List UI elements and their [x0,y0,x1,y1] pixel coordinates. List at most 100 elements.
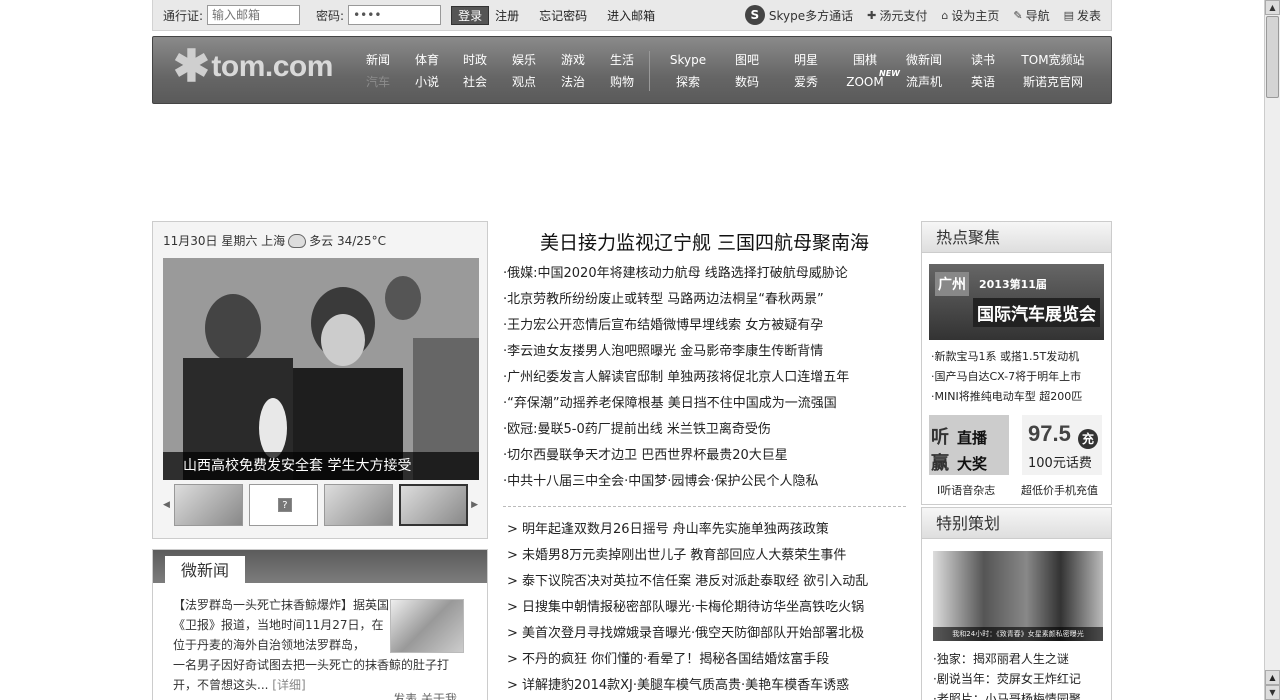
nav-col-12: 读书 英语 [958,51,1008,95]
micro-news-body: 【法罗群岛一头死亡抹香鲸爆炸】据英国《卫报》报道，当地时间11月27日，在位于丹… [153,583,487,695]
micro-news-box: 微新闻 【法罗群岛一头死亡抹香鲸爆炸】据英国《卫报》报道，当地时间11月27日，… [152,549,488,700]
nav-item[interactable]: 微新闻 [894,51,954,73]
navigation-link[interactable]: ✎ 导航 [1013,7,1049,24]
list-item[interactable]: ·独家：揭邓丽君人生之谜 [933,649,1111,669]
auto-show-banner[interactable]: 广州 2013第11届 国际汽车展览会 [929,264,1104,340]
nav-item[interactable]: 探索 [663,73,713,95]
nav-item[interactable]: 娱乐 [499,51,549,73]
micro-news-image[interactable] [390,599,464,653]
nav-item[interactable]: 社会 [450,73,500,95]
set-homepage-link[interactable]: ⌂ 设为主页 [941,7,999,24]
forgot-password-link[interactable]: 忘记密码 [539,7,587,24]
list-item[interactable]: > 泰下议院否决对英拉不信任案 港反对派赴泰取经 欲引入动乱 [507,569,907,595]
nav-item[interactable]: 英语 [958,73,1008,95]
nav-item[interactable]: 读书 [958,51,1008,73]
email-input[interactable] [207,5,301,25]
nav-col-11: 微新闻 流声机 [894,51,954,95]
micro-news-header: 微新闻 [153,550,487,583]
password-input[interactable] [348,5,442,25]
nav-item[interactable]: 游戏 [548,51,598,73]
list-item[interactable]: ·剧说当年：荧屏女王炸红记 [933,669,1111,689]
list-item[interactable]: ·王力宏公开恋情后宣布结婚微博早埋线索 女方被疑有孕 [503,314,906,340]
headline[interactable]: 美日接力监视辽宁舰 三国四航母聚南海 [503,228,906,255]
thumbnail[interactable] [173,484,243,526]
nav-item[interactable]: 斯诺克官网 [1013,73,1093,95]
ad-caption-recharge[interactable]: 超低价手机充值 [1021,482,1098,498]
pay-link[interactable]: ✚ 汤元支付 [867,7,927,24]
list-item[interactable]: ·李云迪女友搂男人泡吧照曝光 金马影帝李康生传断背情 [503,340,906,366]
vertical-scrollbar[interactable]: ▲ ▲ ▼ [1264,0,1280,700]
nav-item[interactable]: 数码 [722,73,772,95]
nav-item[interactable]: 汽车 [353,73,403,95]
list-item[interactable]: ·MINI将推纯电动车型 超200匹 [931,387,1109,407]
register-link[interactable]: 注册 [495,7,519,24]
list-item[interactable]: ·“弃保潮”动摇养老保障根基 美日挡不住中国成为一流强国 [503,392,906,418]
thumbnail[interactable] [323,484,394,526]
nav-item[interactable]: 购物 [597,73,647,95]
list-item[interactable]: > 明年起逢双数月26日摇号 舟山率先实施单独两孩政策 [507,517,907,543]
scroll-thumb[interactable] [1266,16,1279,98]
micro-news-more-link[interactable]: [详细] [272,678,305,692]
next-arrow-icon[interactable]: ▶ [471,500,479,510]
list-item[interactable]: > 详解捷豹2014款XJ·美腿车模气质高贵·美艳车模香车诱惑 [507,673,907,699]
list-item[interactable]: > 美首次登月寻找嫦娥录音曝光·俄空天防御部队开始部署北极 [507,621,907,647]
news-divider [503,506,906,507]
nav-item[interactable]: 爱秀 [781,73,831,95]
nav-item[interactable]: 流声机 [894,73,954,95]
ad-text: 大奖 [957,455,988,473]
list-item[interactable]: ·中共十八届三中全会·中国梦·园博会·保护公民个人隐私 [503,470,906,496]
weather-date: 11月30日 星期六 上海 [163,234,286,248]
hot-focus-title: 热点聚焦 [922,222,1111,253]
post-link[interactable]: ▤ 发表 [1064,7,1101,24]
nav-item[interactable]: 法治 [548,73,598,95]
nav-item[interactable]: 小说 [402,73,452,95]
nav-item[interactable]: 明星 [781,51,831,73]
list-item[interactable]: ·欧冠:曼联5-0药厂提前出线 米兰铁卫离奇受伤 [503,418,906,444]
recharge-ad[interactable]: 97.5 充 100元话费 [1022,415,1102,475]
nav-item[interactable]: 观点 [499,73,549,95]
tom-logo[interactable]: ✱ tom.com [173,45,333,89]
list-item[interactable]: ·新款宝马1系 或搭1.5T发动机 [931,347,1109,367]
list-item[interactable]: ·广州纪委发言人解读官邸制 单独两孩将促北京人口连增五年 [503,366,906,392]
special-feature-image[interactable]: 我和24小时：《致青春》女星素颜私密曝光 [933,551,1103,641]
nav-item[interactable]: 时政 [450,51,500,73]
nav-col-13: TOM宽频站 斯诺克官网 [1013,51,1093,95]
listen-ad[interactable]: 听 直播 赢 大奖 [929,415,1009,475]
scroll-up-icon[interactable]: ▲ [1265,670,1280,685]
scroll-up-icon[interactable]: ▲ [1265,0,1280,15]
list-item[interactable]: > 未婚男8万元卖掉刚出世儿子 教育部回应人大蔡荣生事件 [507,543,907,569]
ad-text: 听 [931,427,949,448]
login-button[interactable]: 登录 [451,5,490,25]
scroll-down-icon[interactable]: ▼ [1265,685,1280,700]
news-list: ·俄媒:中国2020年将建核动力航母 线路选择打破航母威胁论 ·北京劳教所纷纷废… [503,262,906,496]
tab-micro-news[interactable]: 微新闻 [165,556,246,583]
ad-badge: 充 [1078,429,1098,449]
nav-item[interactable]: TOM宽频站 [1013,51,1093,73]
list-item[interactable]: ·北京劳教所纷纷废止或转型 马路两边法桐呈“春秋两景” [503,288,906,314]
prev-arrow-icon[interactable]: ◀ [163,500,171,510]
list-item[interactable]: ·国产马自达CX-7将于明年上市 [931,367,1109,387]
featured-photo[interactable]: 山西高校免费发安全套 学生大方接受 [163,258,479,480]
document-icon: ▤ [1063,8,1074,22]
nav-col-1: 新闻 汽车 [353,51,403,95]
ad-sub: 100元话费 [1028,456,1092,471]
list-item[interactable]: ·老照片：小马哥杨梅情园聚 [933,689,1111,700]
nav-item[interactable]: Skype [663,51,713,73]
list-item[interactable]: > 日搜集中朝情报秘密部队曝光·卡梅伦期待访华坐高铁吃火锅 [507,595,907,621]
nav-item[interactable]: 生活 [597,51,647,73]
thumbnail-active[interactable] [399,484,469,526]
list-item[interactable]: > 不丹的疯狂 你们懂的·看晕了！揭秘各国结婚炫富手段 [507,647,907,673]
enter-mailbox-link[interactable]: 进入邮箱 [607,7,655,24]
thumbnail[interactable]: ? [248,484,318,526]
banner-city: 广州 [935,272,969,296]
nav-item[interactable]: 图吧 [722,51,772,73]
list-item[interactable]: ·俄媒:中国2020年将建核动力航母 线路选择打破航母威胁论 [503,262,906,288]
nav-item[interactable]: 体育 [402,51,452,73]
nav-item[interactable]: 新闻 [353,51,403,73]
list-item[interactable]: ·切尔西曼联争天才边卫 巴西世界杯最贵20大巨星 [503,444,906,470]
nav-col-3: 时政 社会 [450,51,500,95]
skype-link[interactable]: S Skype多方通话 [744,5,853,25]
ad-caption-listen[interactable]: I听语音杂志 [937,482,995,498]
nav-col-5: 游戏 法治 [548,51,598,95]
nav-col-6: 生活 购物 [597,51,647,95]
